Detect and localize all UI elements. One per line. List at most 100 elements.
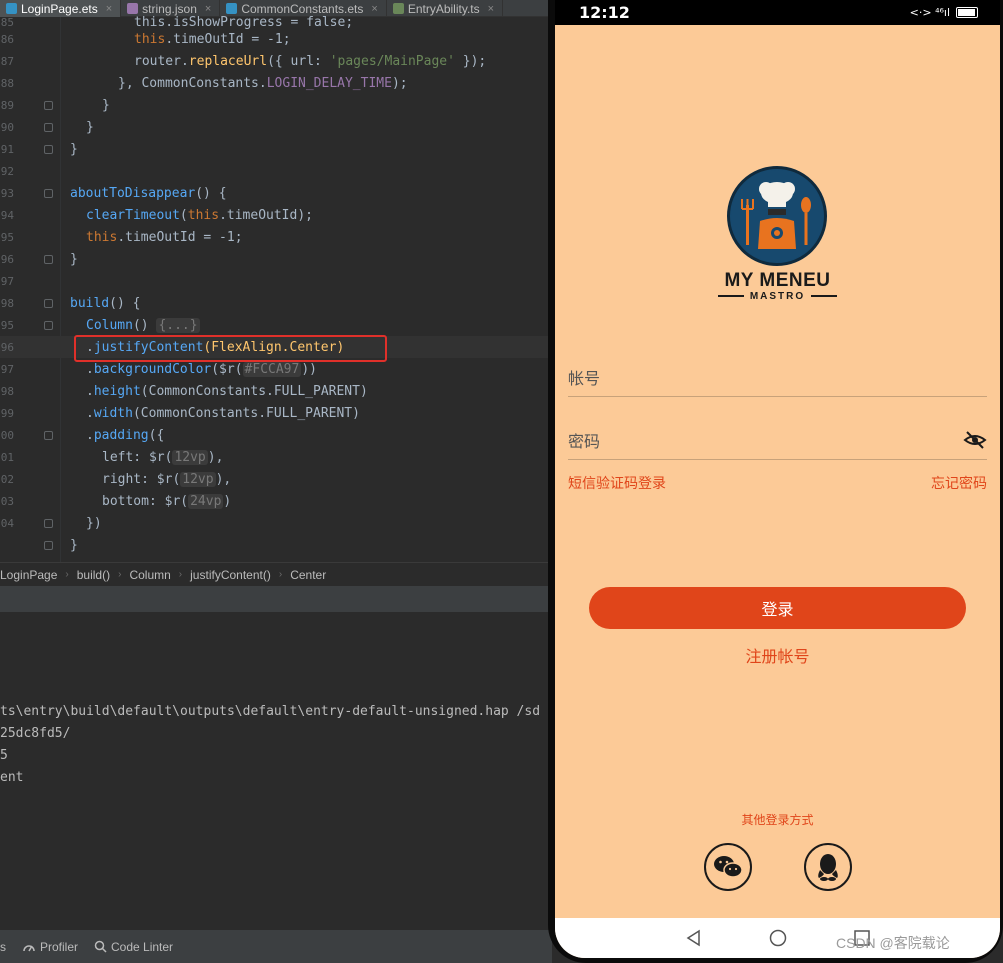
line-number: 96 bbox=[0, 340, 14, 354]
line-number: 93 bbox=[0, 186, 14, 200]
fold-marker[interactable] bbox=[44, 518, 53, 528]
line-number: 88 bbox=[0, 76, 14, 90]
breadcrumb-item[interactable]: Center bbox=[282, 568, 334, 582]
code-line: }, CommonConstants.LOGIN_DELAY_TIME); bbox=[118, 75, 408, 91]
gauge-icon bbox=[23, 944, 35, 951]
fold-marker[interactable] bbox=[44, 320, 53, 330]
code-line: } bbox=[102, 97, 110, 113]
fold-marker[interactable] bbox=[44, 144, 53, 154]
console-line: ent bbox=[0, 770, 24, 785]
status-bar: 12:12 <·> ⁴⁶ıl bbox=[555, 0, 1000, 25]
code-line: aboutToDisappear() { bbox=[70, 185, 227, 201]
tool-window-header bbox=[0, 586, 552, 612]
fold-marker[interactable] bbox=[44, 188, 53, 198]
fold-marker[interactable] bbox=[44, 254, 53, 264]
register-link[interactable]: 注册帐号 bbox=[555, 643, 1000, 667]
other-login-label: 其他登录方式 bbox=[741, 813, 814, 827]
code-line: left: $r(12vp), bbox=[102, 449, 224, 465]
home-icon[interactable] bbox=[769, 929, 787, 947]
code-line: .width(CommonConstants.FULL_PARENT) bbox=[86, 405, 360, 421]
line-number: 97 bbox=[0, 274, 14, 288]
code-line: } bbox=[70, 537, 78, 553]
ide-window: LoginPage.ets × string.json × CommonCons… bbox=[0, 0, 552, 963]
code-linter-label: Code Linter bbox=[111, 939, 174, 954]
qq-login-button[interactable] bbox=[804, 843, 852, 891]
line-number: 96 bbox=[0, 252, 14, 266]
status-icons: <·> ⁴⁶ıl bbox=[910, 6, 978, 19]
line-number: 95 bbox=[0, 230, 14, 244]
eye-off-icon[interactable] bbox=[963, 428, 987, 452]
breadcrumb-item[interactable]: LoginPage bbox=[0, 568, 65, 582]
wechat-icon bbox=[714, 856, 743, 878]
fold-marker[interactable] bbox=[44, 540, 53, 550]
fold-marker[interactable] bbox=[44, 100, 53, 110]
code-line: right: $r(12vp), bbox=[102, 471, 232, 487]
breadcrumb-item[interactable]: Column bbox=[121, 568, 178, 582]
breadcrumb: LoginPage › build() › Column › justifyConte… bbox=[0, 562, 552, 586]
code-line: } bbox=[70, 251, 78, 267]
annotation-highlight-box bbox=[74, 335, 387, 362]
console-line: 5 bbox=[0, 748, 8, 763]
line-number: 86 bbox=[0, 32, 14, 46]
app-logo bbox=[727, 166, 827, 266]
login-button[interactable]: 登录 bbox=[589, 587, 966, 629]
line-number: 92 bbox=[0, 164, 14, 178]
watermark: CSDN @客院载论 bbox=[836, 935, 950, 951]
code-line: .padding({ bbox=[86, 427, 165, 443]
code-line: }) bbox=[86, 515, 102, 531]
code-line: bottom: $r(24vp) bbox=[102, 493, 232, 509]
clock: 12:12 bbox=[579, 3, 630, 22]
code-line: this.timeOutId = -1; bbox=[86, 229, 243, 245]
breadcrumb-item[interactable]: build() bbox=[69, 568, 118, 582]
line-number: 85 bbox=[0, 15, 14, 29]
line-number: 95 bbox=[0, 318, 14, 332]
password-placeholder: 密码 bbox=[568, 431, 601, 451]
code-line: clearTimeout(this.timeOutId); bbox=[86, 207, 313, 223]
line-number: 98 bbox=[0, 296, 14, 310]
back-icon[interactable] bbox=[685, 929, 703, 947]
password-input[interactable]: 密码 bbox=[568, 420, 987, 460]
qq-icon bbox=[818, 854, 838, 881]
account-placeholder: 帐号 bbox=[568, 368, 601, 388]
logo-subtitle: MASTRO bbox=[695, 291, 860, 302]
tool-status-bar: s Profiler Code Linter bbox=[0, 930, 552, 963]
line-number: 89 bbox=[0, 98, 14, 112]
line-number: 03 bbox=[0, 494, 14, 508]
search-icon bbox=[94, 940, 107, 953]
toolwindow-item[interactable]: s bbox=[0, 940, 6, 954]
fold-marker[interactable] bbox=[44, 122, 53, 132]
console-line: ts\entry\build\default\outputs\default\e… bbox=[0, 704, 541, 719]
code-line: .backgroundColor($r(#FCCA97)) bbox=[86, 361, 317, 377]
logo-title: MY MENEU bbox=[724, 270, 831, 291]
chef-icon bbox=[731, 170, 823, 262]
signal-icon: <·> ⁴⁶ıl bbox=[909, 6, 950, 19]
line-number: 99 bbox=[0, 406, 14, 420]
fold-marker[interactable] bbox=[44, 430, 53, 440]
line-number: 90 bbox=[0, 120, 14, 134]
code-line: build() { bbox=[70, 295, 141, 311]
line-number: 98 bbox=[0, 384, 14, 398]
wechat-login-button[interactable] bbox=[704, 843, 752, 891]
code-line: this.timeOutId = -1; bbox=[134, 31, 291, 47]
login-options-row: 短信验证码登录 忘记密码 bbox=[568, 473, 987, 493]
code-line: .height(CommonConstants.FULL_PARENT) bbox=[86, 383, 368, 399]
code-line: Column() {...} bbox=[86, 317, 200, 333]
phone-screen: 12:12 <·> ⁴⁶ıl MY MENEU MASTRO 帐号 密码 短信验… bbox=[555, 0, 1000, 958]
code-line: router.replaceUrl({ url: 'pages/MainPage… bbox=[134, 53, 487, 69]
sms-login-link[interactable]: 短信验证码登录 bbox=[568, 473, 666, 493]
profiler-button[interactable]: Profiler bbox=[22, 940, 78, 954]
code-line: } bbox=[86, 119, 94, 135]
line-number: 91 bbox=[0, 142, 14, 156]
code-editor[interactable]: 85 this.isShowProgress = false; 86 this.ti… bbox=[0, 15, 552, 562]
line-number: 02 bbox=[0, 472, 14, 486]
breadcrumb-item[interactable]: justifyContent() bbox=[182, 568, 279, 582]
console-line: 25dc8fd5/ bbox=[0, 726, 71, 741]
account-input[interactable]: 帐号 bbox=[568, 357, 987, 397]
run-console[interactable]: ts\entry\build\default\outputs\default\e… bbox=[0, 612, 552, 930]
profiler-label: Profiler bbox=[40, 939, 79, 954]
battery-icon bbox=[956, 7, 978, 18]
code-linter-button[interactable]: Code Linter bbox=[94, 940, 173, 954]
fold-marker[interactable] bbox=[44, 298, 53, 308]
forgot-password-link[interactable]: 忘记密码 bbox=[931, 473, 987, 493]
line-number: 87 bbox=[0, 54, 14, 68]
